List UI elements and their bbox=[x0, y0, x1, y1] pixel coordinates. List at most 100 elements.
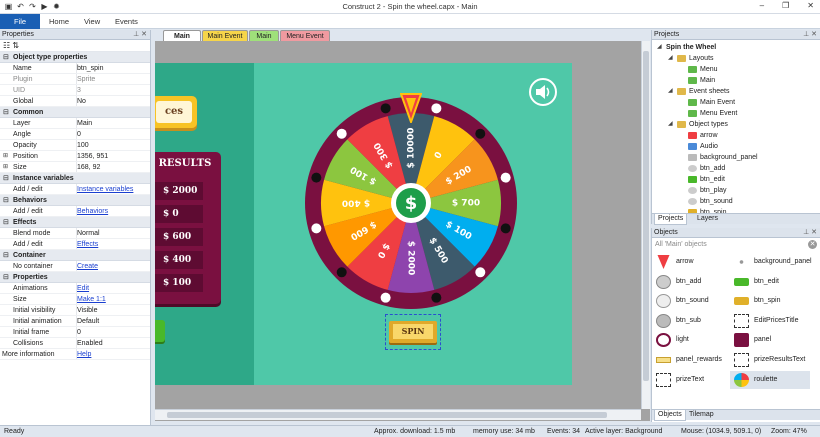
property-row[interactable]: No container Create bbox=[0, 261, 150, 272]
property-value[interactable]: btn_spin bbox=[77, 63, 143, 74]
property-value[interactable]: Instance variables bbox=[77, 184, 143, 195]
menu-events[interactable]: Events bbox=[115, 14, 138, 29]
expand-icon[interactable]: ◢ bbox=[668, 119, 673, 130]
property-section[interactable]: ⊟ Object type properties bbox=[0, 52, 150, 63]
property-value[interactable]: Help bbox=[77, 349, 143, 360]
property-value[interactable]: Make 1:1 bbox=[77, 294, 143, 305]
categorize-icon[interactable]: ☷ bbox=[3, 41, 10, 50]
object-item[interactable]: panel bbox=[730, 331, 810, 349]
property-row[interactable]: Add / edit Instance variables bbox=[0, 184, 150, 195]
property-value[interactable]: 0 bbox=[77, 327, 143, 338]
expand-icon[interactable]: ⊞ bbox=[3, 162, 8, 173]
property-row[interactable]: UID 3 bbox=[0, 85, 150, 96]
property-section[interactable]: ⊟ Effects bbox=[0, 217, 150, 228]
menu-home[interactable]: Home bbox=[49, 14, 69, 29]
close-button[interactable]: ✕ bbox=[807, 1, 814, 10]
property-value[interactable]: 1356, 951 bbox=[77, 151, 143, 162]
tree-item[interactable]: Audio bbox=[652, 141, 820, 152]
file-menu-button[interactable]: File bbox=[0, 14, 40, 29]
property-row[interactable]: Plugin Sprite bbox=[0, 74, 150, 85]
expand-icon[interactable]: ◢ bbox=[668, 86, 673, 97]
object-item[interactable]: btn_sub bbox=[652, 312, 732, 330]
tab-tilemap[interactable]: Tilemap bbox=[686, 410, 717, 420]
collapse-icon[interactable]: ⊟ bbox=[3, 107, 9, 118]
property-value[interactable]: Behaviors bbox=[77, 206, 143, 217]
property-value[interactable]: Normal bbox=[77, 228, 143, 239]
object-item[interactable]: arrow bbox=[652, 253, 732, 271]
object-item[interactable]: btn_add bbox=[652, 273, 732, 291]
sound-toggle-button[interactable] bbox=[529, 78, 557, 106]
tree-item[interactable]: btn_edit bbox=[652, 174, 820, 185]
property-value[interactable]: Edit bbox=[77, 283, 143, 294]
property-section[interactable]: ⊟ Properties bbox=[0, 272, 150, 283]
property-section[interactable]: ⊟ Container bbox=[0, 250, 150, 261]
filter-clear-icon[interactable]: ✕ bbox=[808, 240, 817, 249]
tab-main[interactable]: Main bbox=[163, 30, 201, 41]
game-layout[interactable]: ces RESULTS $ 2000 $ 0 $ 600 $ 400 $ 100 $ 1… bbox=[155, 63, 572, 385]
property-row[interactable]: Add / edit Behaviors bbox=[0, 206, 150, 217]
play-button[interactable] bbox=[155, 320, 165, 342]
tab-layers[interactable]: Layers bbox=[694, 214, 721, 224]
property-row[interactable]: Animations Edit bbox=[0, 283, 150, 294]
property-section[interactable]: ⊟ Common bbox=[0, 107, 150, 118]
expand-icon[interactable]: ⊞ bbox=[3, 151, 8, 162]
tree-item[interactable]: btn_add bbox=[652, 163, 820, 174]
tree-item[interactable]: Menu Event bbox=[652, 108, 820, 119]
property-row[interactable]: Add / edit Effects bbox=[0, 239, 150, 250]
tree-item[interactable]: Main Event bbox=[652, 97, 820, 108]
tab-menu-event[interactable]: Menu Event bbox=[280, 30, 330, 41]
property-value[interactable]: Visible bbox=[77, 305, 143, 316]
tree-item[interactable]: Main bbox=[652, 75, 820, 86]
property-row[interactable]: Angle 0 bbox=[0, 129, 150, 140]
property-value[interactable]: 168, 92 bbox=[77, 162, 143, 173]
tree-item[interactable]: ◢ Layouts bbox=[652, 53, 820, 64]
spin-button[interactable]: SPIN bbox=[389, 321, 437, 343]
property-row[interactable]: Size Make 1:1 bbox=[0, 294, 150, 305]
property-row[interactable]: Global No bbox=[0, 96, 150, 107]
property-value[interactable]: Default bbox=[77, 316, 143, 327]
property-value[interactable]: 3 bbox=[77, 85, 143, 96]
collapse-icon[interactable]: ⊟ bbox=[3, 250, 9, 261]
tree-item[interactable]: btn_play bbox=[652, 185, 820, 196]
tree-item[interactable]: btn_sound bbox=[652, 196, 820, 207]
property-row[interactable]: More information Help bbox=[0, 349, 150, 360]
object-item[interactable]: btn_sound bbox=[652, 292, 732, 310]
tab-projects[interactable]: Projects bbox=[654, 214, 688, 225]
property-row[interactable]: Initial visibility Visible bbox=[0, 305, 150, 316]
property-row[interactable]: Collisions Enabled bbox=[0, 338, 150, 349]
object-item[interactable]: panel_rewards bbox=[652, 351, 732, 369]
collapse-icon[interactable]: ⊟ bbox=[3, 217, 9, 228]
tab-main-event[interactable]: Main Event bbox=[202, 30, 248, 41]
pin-icon[interactable]: ⊥ ✕ bbox=[803, 30, 817, 40]
objects-filter[interactable]: All 'Main' objects ✕ bbox=[652, 238, 820, 251]
pin-icon[interactable]: ⊥ ✕ bbox=[133, 30, 147, 40]
property-value[interactable]: 0 bbox=[77, 129, 143, 140]
object-item[interactable]: prizeResultsText bbox=[730, 351, 810, 369]
property-row[interactable]: Initial animation Default bbox=[0, 316, 150, 327]
object-item[interactable]: prizeText bbox=[652, 371, 732, 389]
tree-item[interactable]: arrow bbox=[652, 130, 820, 141]
object-item[interactable]: btn_spin bbox=[730, 292, 810, 310]
property-row[interactable]: Blend mode Normal bbox=[0, 228, 150, 239]
sort-az-icon[interactable]: ⇅ bbox=[12, 41, 19, 50]
tree-item[interactable]: ◢ Spin the Wheel bbox=[652, 42, 820, 53]
expand-icon[interactable]: ◢ bbox=[657, 42, 662, 53]
property-value[interactable]: Main bbox=[77, 118, 143, 129]
property-value[interactable]: Enabled bbox=[77, 338, 143, 349]
expand-icon[interactable]: ◢ bbox=[668, 53, 673, 64]
property-row[interactable]: ⊞ Position 1356, 951 bbox=[0, 151, 150, 162]
object-item[interactable]: roulette bbox=[730, 370, 810, 389]
collapse-icon[interactable]: ⊟ bbox=[3, 52, 9, 63]
property-row[interactable]: ⊞ Size 168, 92 bbox=[0, 162, 150, 173]
tree-item[interactable]: ◢ Event sheets bbox=[652, 86, 820, 97]
tree-item[interactable]: Menu bbox=[652, 64, 820, 75]
tree-item[interactable]: background_panel bbox=[652, 152, 820, 163]
pin-icon[interactable]: ⊥ ✕ bbox=[803, 228, 817, 238]
property-value[interactable]: 100 bbox=[77, 140, 143, 151]
property-value[interactable]: Effects bbox=[77, 239, 143, 250]
property-row[interactable]: Layer Main bbox=[0, 118, 150, 129]
canvas-horizontal-scrollbar[interactable] bbox=[155, 409, 641, 420]
tab-objects[interactable]: Objects bbox=[654, 410, 686, 421]
object-item[interactable]: btn_edit bbox=[730, 273, 810, 291]
canvas-vertical-scrollbar[interactable] bbox=[641, 41, 650, 409]
